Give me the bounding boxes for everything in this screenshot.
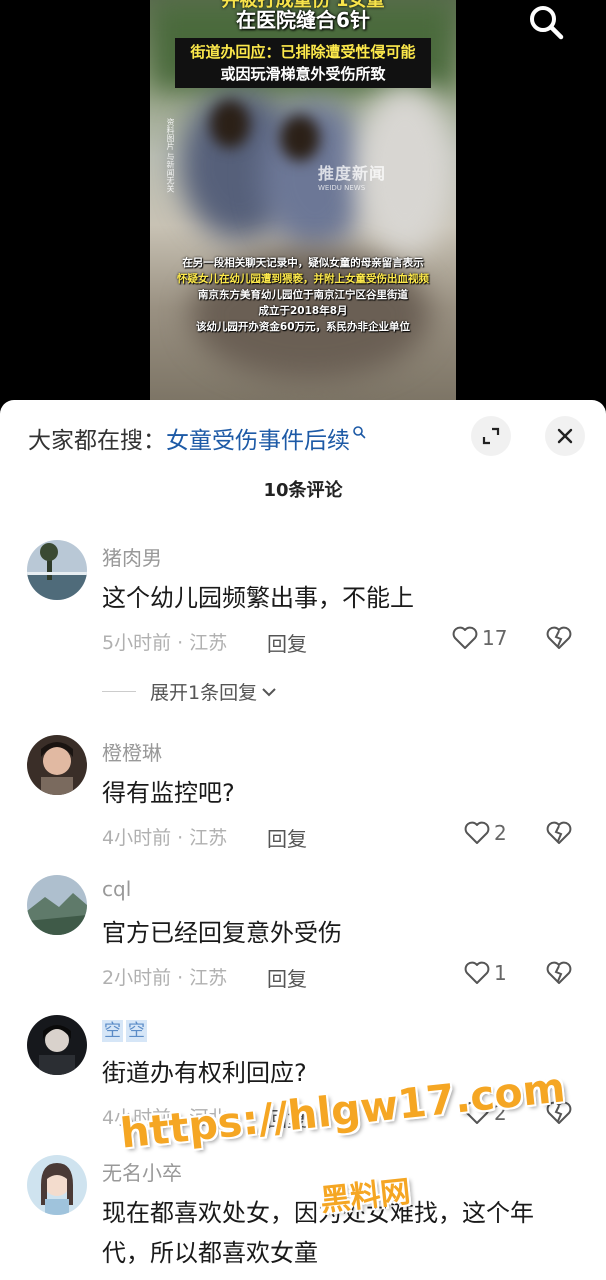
heart-icon (464, 961, 490, 984)
video-headline-line1: 街道办回应：已排除遭受性侵可能 (190, 43, 416, 61)
comment-username[interactable]: cql (102, 877, 131, 901)
video-watermark-text: 推度新闻 (318, 164, 387, 183)
reply-button[interactable]: 回复 (267, 963, 307, 992)
like-button[interactable]: 1 (464, 961, 507, 985)
comment-sheet: 大家都在搜： 女童受伤事件后续 10条评论 猪肉男 这个幼儿园频繁出事，不能上 … (0, 400, 606, 1280)
comment-username[interactable]: 橙橙琳 (102, 737, 162, 766)
video-title: 在医院缝合6针 (236, 8, 370, 32)
username-badge: 空 (126, 1020, 147, 1042)
video-caption: 南京东方美育幼儿园位于南京江宁区谷里街道 (198, 289, 408, 301)
like-button[interactable]: 17 (452, 626, 507, 650)
video-caption: 在另一段相关聊天记录中，疑似女童的母亲留言表示 (182, 257, 424, 269)
video-bg-hair (280, 115, 320, 161)
avatar[interactable] (27, 735, 87, 795)
comment-text: 得有监控吧? (102, 779, 235, 807)
video-headline-line2: 或因玩滑梯意外受伤所致 (220, 65, 386, 83)
video-bg-hair (210, 100, 250, 148)
trending-search-link[interactable]: 女童受伤事件后续 (166, 421, 350, 455)
close-button[interactable] (545, 416, 585, 456)
trending-search-prefix: 大家都在搜： (28, 428, 166, 454)
avatar[interactable] (27, 875, 87, 935)
video-headline-box: 街道办回应：已排除遭受性侵可能 或因玩滑梯意外受伤所致 (175, 38, 431, 88)
comment-text: 官方已经回复意外受伤 (102, 919, 342, 947)
avatar[interactable] (27, 1155, 87, 1215)
trending-search-bar[interactable]: 大家都在搜： 女童受伤事件后续 (28, 422, 366, 454)
video-side-note: 资料图片 与新闻无关 (166, 118, 175, 193)
overlay-watermark-name: 黑料网 (318, 1174, 413, 1219)
like-button[interactable]: 2 (464, 821, 507, 845)
heart-icon (452, 626, 478, 649)
comment-text: 这个幼儿园频繁出事，不能上 (102, 584, 414, 612)
broken-heart-icon (546, 626, 572, 649)
like-count: 1 (494, 961, 507, 985)
comment-username[interactable]: 猪肉男 (102, 542, 162, 571)
video-caption: 怀疑女儿在幼儿园遭到猥亵，并附上女童受伤出血视频 (177, 273, 429, 285)
expand-replies-button[interactable]: 展开1条回复 (102, 678, 278, 705)
expand-icon (482, 427, 500, 445)
broken-heart-icon (546, 961, 572, 984)
comment-meta: 4小时前 · 江苏 (102, 827, 228, 849)
expand-button[interactable] (471, 416, 511, 456)
dislike-button[interactable] (546, 961, 572, 989)
comment-meta: 2小时前 · 江苏 (102, 967, 228, 989)
expand-replies-label: 展开1条回复 (150, 682, 258, 704)
close-icon (557, 428, 573, 444)
avatar[interactable] (27, 540, 87, 600)
video-caption: 该幼儿园开办资金60万元，系民办非企业单位 (195, 321, 411, 333)
video-watermark-small: WEIDU NEWS (318, 184, 366, 192)
video-caption: 成立于2018年8月 (258, 305, 348, 317)
video-frame[interactable]: 并被打成重伤 1女童 在医院缝合6针 街道办回应：已排除遭受性侵可能 或因玩滑梯… (150, 0, 456, 410)
comment-username[interactable]: 无名小卒 (102, 1157, 182, 1186)
video-watermark: 推度新闻 WEIDU NEWS (318, 160, 386, 192)
dislike-button[interactable] (546, 821, 572, 849)
divider (102, 691, 136, 692)
comment-username[interactable]: 空空 (102, 1017, 150, 1042)
reply-button[interactable]: 回复 (267, 823, 307, 852)
search-button[interactable] (526, 2, 566, 42)
search-icon (530, 6, 564, 40)
search-icon (353, 426, 366, 439)
dislike-button[interactable] (546, 626, 572, 654)
reply-button[interactable]: 回复 (267, 628, 307, 657)
username-badge: 空 (102, 1020, 123, 1042)
comment-count: 10条评论 (263, 480, 343, 501)
video-player[interactable]: 并被打成重伤 1女童 在医院缝合6针 街道办回应：已排除遭受性侵可能 或因玩滑梯… (0, 0, 606, 410)
avatar[interactable] (27, 1015, 87, 1075)
broken-heart-icon (546, 821, 572, 844)
heart-icon (464, 821, 490, 844)
chevron-down-icon (262, 687, 276, 696)
like-count: 17 (482, 626, 508, 650)
like-count: 2 (494, 821, 507, 845)
comment-meta: 5小时前 · 江苏 (102, 632, 228, 654)
